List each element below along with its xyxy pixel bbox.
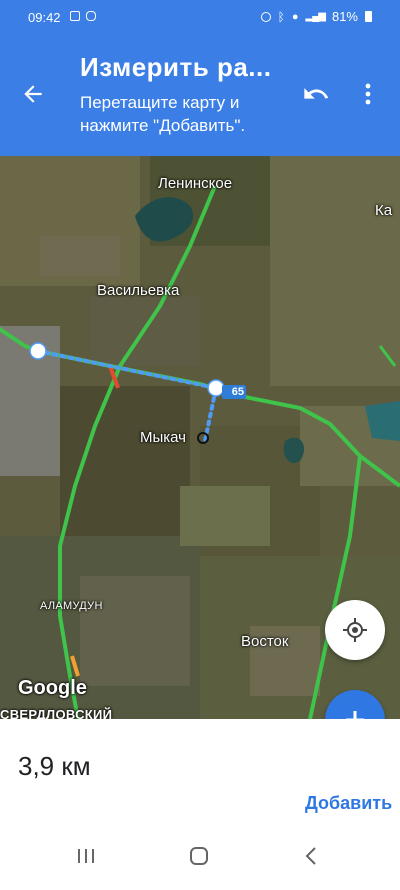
instagram-icon	[86, 11, 96, 21]
place-label-sverdlovsky: СВЕРДЛОВСКИЙ	[0, 707, 113, 719]
status-time: 09:42	[28, 10, 61, 25]
place-label-vostok: Восток	[241, 633, 289, 650]
recents-button[interactable]	[72, 844, 100, 868]
place-label-alamudun: АЛАМУДУН	[40, 600, 103, 612]
measurement-panel: 3,9 км Добавить	[0, 719, 400, 822]
my-location-button[interactable]	[325, 600, 385, 660]
undo-button[interactable]	[302, 80, 330, 108]
more-vert-icon	[365, 83, 371, 105]
recents-icon	[78, 849, 94, 863]
status-left-icons	[70, 11, 96, 21]
nav-back-button[interactable]	[298, 844, 326, 868]
instruction-text: Перетащите карту и нажмите "Добавить".	[80, 93, 246, 135]
signal-icon: ▂▄▆	[305, 11, 326, 22]
google-attribution: Google	[18, 677, 87, 699]
place-label-edge: Ка	[375, 202, 393, 219]
bluetooth-icon: ᛒ	[277, 9, 285, 24]
status-bar: 09:42 ᛒ ● ▂▄▆ 81%	[0, 0, 400, 34]
back-icon	[305, 847, 316, 865]
location-icon: ●	[291, 10, 299, 23]
status-right-icons: ᛒ ● ▂▄▆ 81%	[260, 9, 372, 24]
back-arrow-icon	[24, 85, 42, 103]
place-label-vasilevka: Васильевка	[97, 282, 180, 299]
total-distance: 3,9 км	[18, 751, 91, 781]
my-location-icon	[343, 618, 367, 642]
home-icon	[190, 847, 208, 865]
undo-icon	[304, 88, 329, 99]
system-nav-bar	[0, 822, 400, 890]
back-button[interactable]	[20, 81, 46, 107]
add-point-button[interactable]: Добавить	[305, 793, 392, 814]
home-button[interactable]	[185, 844, 213, 868]
battery-icon	[365, 11, 372, 22]
place-label-mykach: Мыкач	[140, 429, 186, 446]
alarm-icon	[260, 11, 271, 22]
battery-percent: 81%	[331, 9, 358, 24]
app-bar: Измерить ра... Перетащите карту и нажмит…	[0, 34, 400, 156]
image-icon	[70, 11, 80, 21]
more-options-button[interactable]	[360, 80, 376, 108]
page-title: Измерить ра...	[80, 52, 272, 82]
road-number-badge: 65	[222, 385, 246, 399]
place-label-leninskoe: Ленинское	[158, 175, 233, 192]
